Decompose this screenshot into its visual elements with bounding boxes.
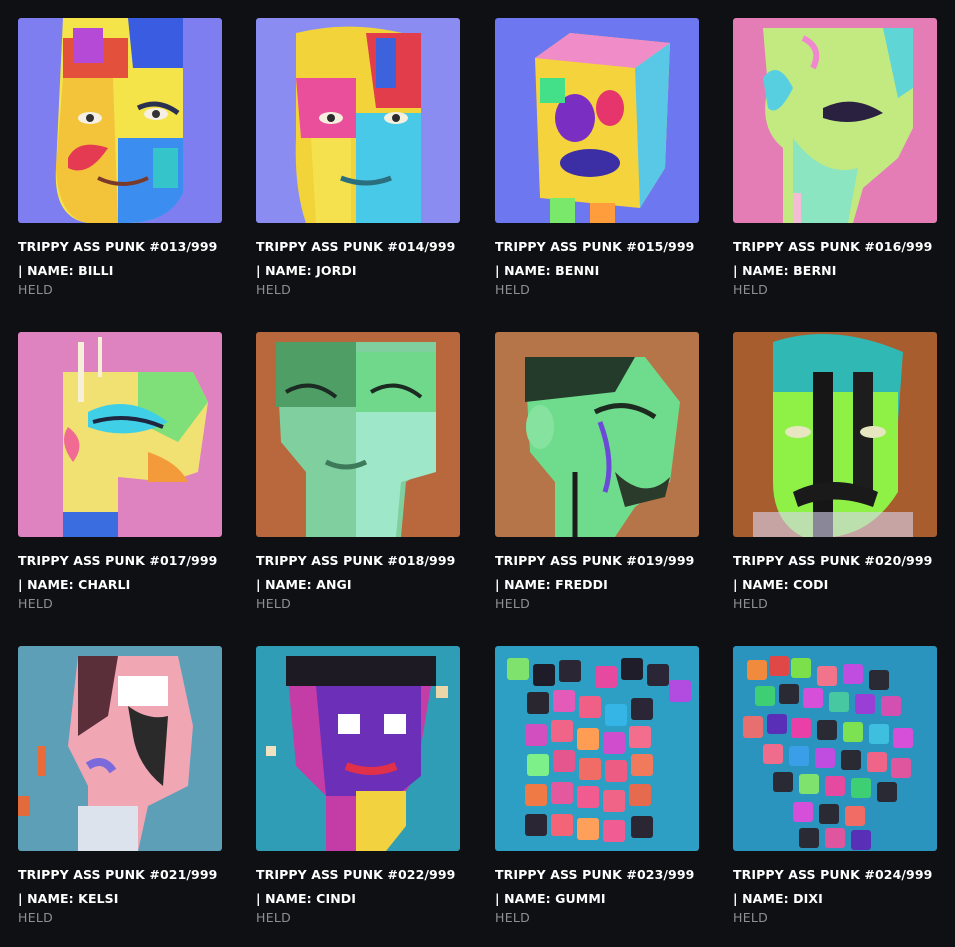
nft-card[interactable]: TRIPPY ASS PUNK #023/999 | NAME: GUMMI H… — [495, 646, 701, 936]
nft-title-line: TRIPPY ASS PUNK #018/999 — [256, 553, 456, 568]
nft-card[interactable]: TRIPPY ASS PUNK #016/999 | NAME: BERNI H… — [733, 18, 939, 308]
nft-name-line: | NAME: DIXI — [733, 891, 823, 906]
nft-status-label: HELD — [256, 596, 292, 611]
nft-gallery-grid: TRIPPY ASS PUNK #013/999 | NAME: BILLI H… — [0, 0, 955, 947]
nft-name-line: | NAME: JORDI — [256, 263, 357, 278]
nft-status-label: HELD — [18, 282, 54, 297]
nft-title-line: TRIPPY ASS PUNK #022/999 — [256, 867, 456, 882]
nft-title-line: TRIPPY ASS PUNK #023/999 — [495, 867, 695, 882]
nft-name-line: | NAME: BENNI — [495, 263, 600, 278]
nft-title-line: TRIPPY ASS PUNK #019/999 — [495, 553, 695, 568]
nft-artwork-image — [495, 18, 699, 223]
nft-thumbnail[interactable] — [18, 646, 222, 851]
nft-name-line: | NAME: BILLI — [18, 263, 114, 278]
nft-status-label: HELD — [733, 282, 769, 297]
nft-title-line: TRIPPY ASS PUNK #020/999 — [733, 553, 933, 568]
nft-status-label: HELD — [733, 596, 769, 611]
nft-status-label: HELD — [495, 910, 531, 925]
nft-title-line: TRIPPY ASS PUNK #015/999 — [495, 239, 695, 254]
nft-name-line: | NAME: FREDDI — [495, 577, 608, 592]
nft-artwork-image — [495, 332, 699, 537]
nft-thumbnail[interactable] — [256, 18, 460, 223]
nft-status-label: HELD — [495, 282, 531, 297]
nft-artwork-image — [256, 646, 460, 851]
nft-artwork-image — [18, 18, 222, 223]
nft-name-line: | NAME: CODI — [733, 577, 829, 592]
nft-artwork-image — [733, 332, 937, 537]
nft-title[interactable]: TRIPPY ASS PUNK #013/999 | NAME: BILLI — [18, 235, 238, 283]
nft-card[interactable]: TRIPPY ASS PUNK #022/999 | NAME: CINDI H… — [256, 646, 462, 936]
nft-title-line: TRIPPY ASS PUNK #024/999 — [733, 867, 933, 882]
nft-card[interactable]: TRIPPY ASS PUNK #018/999 | NAME: ANGI HE… — [256, 332, 462, 622]
nft-title[interactable]: TRIPPY ASS PUNK #014/999 | NAME: JORDI — [256, 235, 476, 283]
nft-status-label: HELD — [733, 910, 769, 925]
nft-thumbnail[interactable] — [733, 646, 937, 851]
nft-card[interactable]: TRIPPY ASS PUNK #015/999 | NAME: BENNI H… — [495, 18, 701, 308]
nft-status-label: HELD — [256, 282, 292, 297]
nft-title[interactable]: TRIPPY ASS PUNK #017/999 | NAME: CHARLI — [18, 549, 238, 597]
nft-thumbnail[interactable] — [733, 332, 937, 537]
nft-name-line: | NAME: KELSI — [18, 891, 119, 906]
nft-card[interactable]: TRIPPY ASS PUNK #021/999 | NAME: KELSI H… — [18, 646, 224, 936]
nft-artwork-image — [18, 332, 222, 537]
nft-status-label: HELD — [495, 596, 531, 611]
nft-artwork-image — [256, 332, 460, 537]
nft-thumbnail[interactable] — [495, 332, 699, 537]
nft-card[interactable]: TRIPPY ASS PUNK #019/999 | NAME: FREDDI … — [495, 332, 701, 622]
nft-title-line: TRIPPY ASS PUNK #016/999 — [733, 239, 933, 254]
nft-card[interactable]: TRIPPY ASS PUNK #024/999 | NAME: DIXI HE… — [733, 646, 939, 936]
nft-card[interactable]: TRIPPY ASS PUNK #020/999 | NAME: CODI HE… — [733, 332, 939, 622]
nft-title-line: TRIPPY ASS PUNK #017/999 — [18, 553, 218, 568]
nft-artwork-image — [256, 18, 460, 223]
nft-card[interactable]: TRIPPY ASS PUNK #013/999 | NAME: BILLI H… — [18, 18, 224, 308]
nft-name-line: | NAME: CHARLI — [18, 577, 131, 592]
nft-card[interactable]: TRIPPY ASS PUNK #014/999 | NAME: JORDI H… — [256, 18, 462, 308]
nft-title[interactable]: TRIPPY ASS PUNK #018/999 | NAME: ANGI — [256, 549, 476, 597]
nft-title-line: TRIPPY ASS PUNK #013/999 — [18, 239, 218, 254]
nft-title[interactable]: TRIPPY ASS PUNK #015/999 | NAME: BENNI — [495, 235, 715, 283]
nft-title[interactable]: TRIPPY ASS PUNK #020/999 | NAME: CODI — [733, 549, 953, 597]
nft-name-line: | NAME: BERNI — [733, 263, 837, 278]
nft-title[interactable]: TRIPPY ASS PUNK #016/999 | NAME: BERNI — [733, 235, 953, 283]
nft-status-label: HELD — [256, 910, 292, 925]
nft-thumbnail[interactable] — [256, 332, 460, 537]
nft-title[interactable]: TRIPPY ASS PUNK #024/999 | NAME: DIXI — [733, 863, 953, 911]
nft-status-label: HELD — [18, 596, 54, 611]
nft-thumbnail[interactable] — [256, 646, 460, 851]
nft-name-line: | NAME: GUMMI — [495, 891, 606, 906]
nft-thumbnail[interactable] — [18, 18, 222, 223]
nft-name-line: | NAME: CINDI — [256, 891, 356, 906]
nft-thumbnail[interactable] — [495, 646, 699, 851]
nft-title[interactable]: TRIPPY ASS PUNK #021/999 | NAME: KELSI — [18, 863, 238, 911]
nft-artwork-image — [733, 18, 937, 223]
nft-artwork-image — [733, 646, 937, 851]
nft-status-label: HELD — [18, 910, 54, 925]
nft-thumbnail[interactable] — [495, 18, 699, 223]
nft-artwork-image — [18, 646, 222, 851]
nft-thumbnail[interactable] — [733, 18, 937, 223]
nft-thumbnail[interactable] — [18, 332, 222, 537]
nft-artwork-image — [495, 646, 699, 851]
nft-title[interactable]: TRIPPY ASS PUNK #019/999 | NAME: FREDDI — [495, 549, 715, 597]
nft-title-line: TRIPPY ASS PUNK #014/999 — [256, 239, 456, 254]
nft-title[interactable]: TRIPPY ASS PUNK #023/999 | NAME: GUMMI — [495, 863, 715, 911]
nft-title-line: TRIPPY ASS PUNK #021/999 — [18, 867, 218, 882]
nft-title[interactable]: TRIPPY ASS PUNK #022/999 | NAME: CINDI — [256, 863, 476, 911]
nft-card[interactable]: TRIPPY ASS PUNK #017/999 | NAME: CHARLI … — [18, 332, 224, 622]
nft-name-line: | NAME: ANGI — [256, 577, 352, 592]
